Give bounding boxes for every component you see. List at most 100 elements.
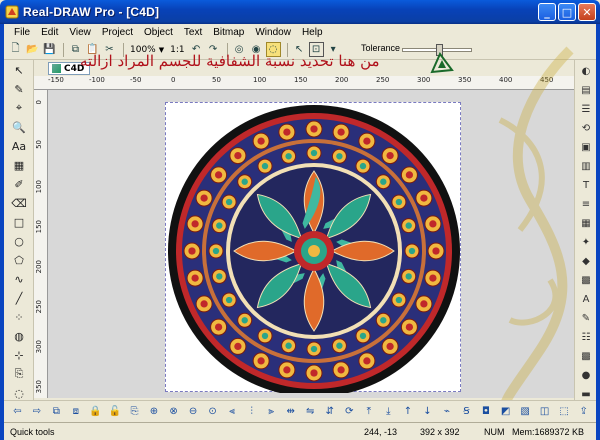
spray-icon[interactable]: ⁘ [6,308,32,326]
menu-view[interactable]: View [69,27,91,38]
bottom-toolbar: ⇦ ⇨ ⧉ ⧈ 🔒 🔓 ⎘ ⊕ ⊗ ⊖ ⊙ ⫷ ⫶ ⫸ ⇹ ⇋ ⇵ ⟳ ⤒ ⤓ ↑ ↓ ⌁ Ꞩ ◘ ◩ ▧ ◫ ⬚ ⇪ [4,400,596,422]
mandala-medallion-center [310,149,318,157]
to-front-icon[interactable]: ⤒ [362,404,377,419]
mandala-medallion-center [216,222,223,229]
mandala-medallion-center [336,342,343,349]
vertical-ruler[interactable]: 0 50 100 150 200 250 300 350 [34,90,48,398]
flip-v-icon[interactable]: ⇵ [323,404,338,419]
script-icon[interactable]: ✎ [578,310,594,326]
zoom-icon[interactable]: 🔍 [6,118,32,136]
maximize-button[interactable]: □ [558,3,576,21]
curve-icon[interactable]: ∿ [6,270,32,288]
palette-icon[interactable]: ▣ [578,139,594,155]
export-icon[interactable]: ⇪ [576,404,591,419]
ruler-tick-label: -150 [48,76,64,84]
menu-bitmap[interactable]: Bitmap [213,27,244,38]
open-folder-icon[interactable]: 📂 [25,42,40,57]
menu-edit[interactable]: Edit [41,27,58,38]
mandala-medallion-center [359,162,367,170]
blend-icon[interactable]: ◩ [498,404,513,419]
group-icon[interactable]: ⧉ [49,404,64,419]
to-back-icon[interactable]: ⤓ [381,404,396,419]
clone-icon[interactable]: ⎘ [6,365,32,383]
brush-icon[interactable]: ✐ [6,175,32,193]
text-path-icon[interactable]: Ꞩ [459,404,474,419]
back-icon[interactable]: ⇦ [10,404,25,419]
path-icon[interactable]: ⌁ [440,404,455,419]
unlock-icon[interactable]: 🔓 [108,404,123,419]
mandala-medallion-center [191,220,199,228]
mandala-medallion-center [429,274,437,282]
mask-icon[interactable]: ▧ [518,404,533,419]
color-wheel-icon[interactable]: ◐ [578,63,594,79]
menu-file[interactable]: File [14,27,30,38]
forward-one-icon[interactable]: ↑ [401,404,416,419]
weld-icon[interactable]: ⊙ [205,404,220,419]
image-icon[interactable]: ▦ [6,156,32,174]
shape-icon[interactable]: ◆ [578,253,594,269]
align-center-icon[interactable]: ⫶ [244,404,259,419]
mandala-medallion-center [285,153,292,160]
frame-icon[interactable]: ⬚ [557,404,572,419]
grid-icon[interactable]: ▦ [578,215,594,231]
mandala-image[interactable] [166,103,462,397]
flip-h-icon[interactable]: ⇋ [303,404,318,419]
rect-icon[interactable]: □ [6,213,32,231]
forward-icon[interactable]: ⇨ [30,404,45,419]
brush-preset-icon[interactable]: ▥ [578,158,594,174]
close-button[interactable]: ✕ [578,3,596,21]
eraser-icon[interactable]: ⌫ [6,194,32,212]
brush-size-icon[interactable]: ● [578,367,594,383]
arrow-icon[interactable]: ↖ [6,61,32,79]
align-icon[interactable]: ≡ [578,196,594,212]
filter-icon[interactable]: ☷ [578,329,594,345]
fill-icon[interactable]: ◍ [6,327,32,345]
pen-icon[interactable]: ✎ [6,80,32,98]
horizontal-ruler[interactable]: -150 -100 -50 0 50 100 150 200 250 300 350 400 450 [34,76,574,90]
texture-icon[interactable]: ▩ [578,272,594,288]
minimize-button[interactable]: _ [538,3,556,21]
mandala-medallion-center [420,300,428,308]
align-left-icon[interactable]: ⫷ [225,404,240,419]
effects-icon[interactable]: ✦ [578,234,594,250]
menu-window[interactable]: Window [255,27,291,38]
text-icon[interactable]: Aa [6,137,32,155]
exclude-icon[interactable]: ⊖ [186,404,201,419]
new-file-icon[interactable]: 🗋 [8,42,23,57]
document-page[interactable] [165,102,462,397]
ruler-tick-label: 50 [35,140,43,149]
rotate-icon[interactable]: ⟳ [342,404,357,419]
color-grid-icon[interactable]: ▩ [578,348,594,364]
node-icon[interactable]: ⌖ [6,99,32,117]
ungroup-icon[interactable]: ⧈ [69,404,84,419]
canvas-workspace[interactable] [48,90,574,398]
menu-bar: File Edit View Project Object Text Bitma… [4,24,596,40]
mandala-medallion-center [214,323,223,331]
transparency-icon[interactable]: ◫ [537,404,552,419]
gradient-icon[interactable]: ▤ [578,82,594,98]
combine-icon[interactable]: ⊕ [147,404,162,419]
menu-object[interactable]: Object [144,27,173,38]
history-icon[interactable]: ⟲ [578,120,594,136]
save-icon[interactable]: 💾 [42,42,57,57]
ruler-tick-label: 200 [335,76,349,84]
ellipse-icon[interactable]: ○ [6,232,32,250]
layers-icon[interactable]: ☰ [578,101,594,117]
pick-icon[interactable]: ⊹ [6,346,32,364]
back-one-icon[interactable]: ↓ [420,404,435,419]
mandala-medallion-center [380,178,387,185]
line-icon[interactable]: ╱ [6,289,32,307]
distribute-icon[interactable]: ⇹ [283,404,298,419]
text-style-icon[interactable]: T [578,177,594,193]
menu-help[interactable]: Help [302,27,323,38]
menu-project[interactable]: Project [102,27,133,38]
mandala-medallion-center [261,162,269,170]
shadow-icon[interactable]: ◘ [479,404,494,419]
font-icon[interactable]: A [578,291,594,307]
clone-icon[interactable]: ⎘ [127,404,142,419]
lock-icon[interactable]: 🔒 [88,404,103,419]
align-right-icon[interactable]: ⫸ [264,404,279,419]
intersect-icon[interactable]: ⊗ [166,404,181,419]
polygon-icon[interactable]: ⬠ [6,251,32,269]
menu-text[interactable]: Text [184,27,202,38]
